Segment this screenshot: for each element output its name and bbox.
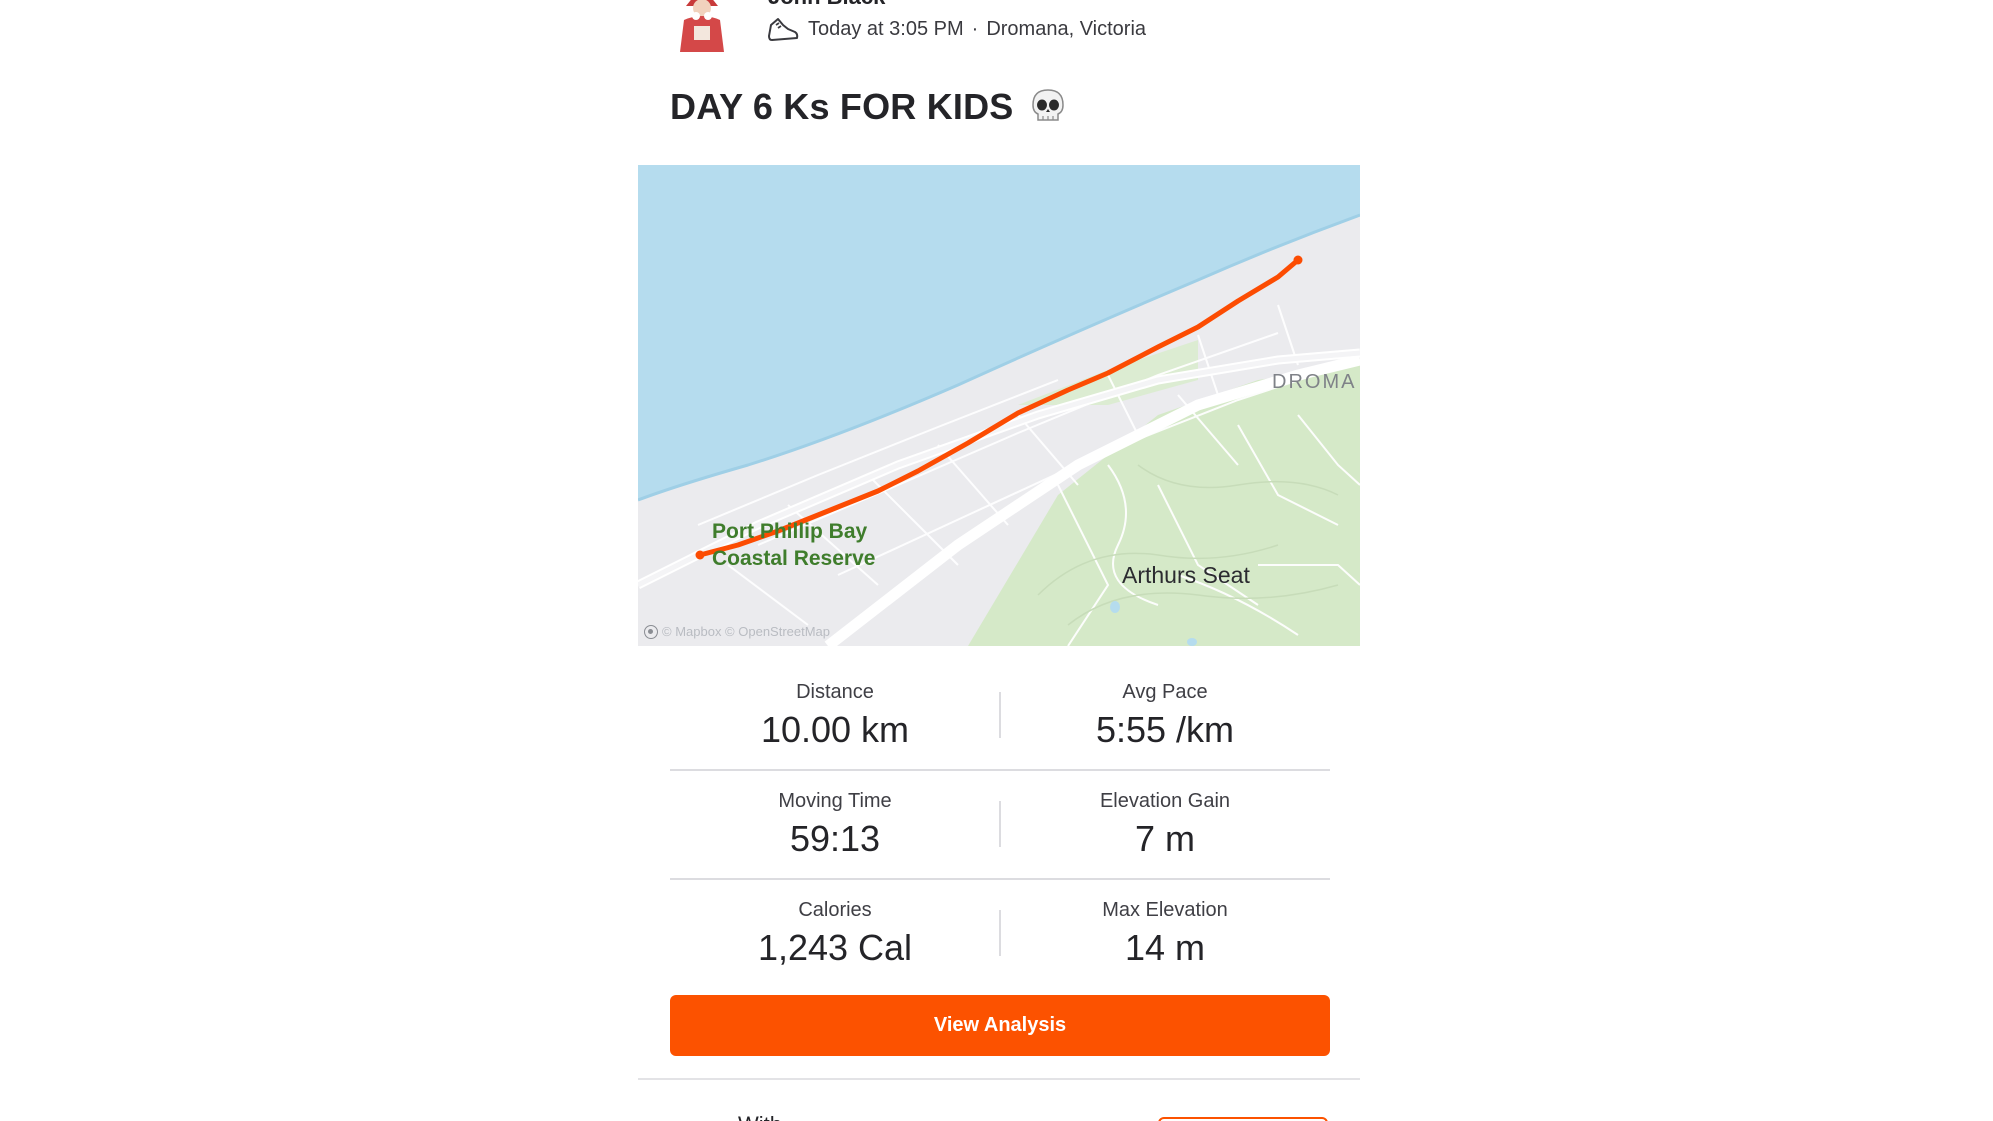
stat-label: Max Elevation <box>1102 899 1228 921</box>
stat-label: Moving Time <box>778 790 892 812</box>
activity-location: Dromana, Victoria <box>986 17 1147 40</box>
stat-label: Calories <box>798 899 872 921</box>
stat-row: Distance 10.00 km Avg Pace 5:55 /km <box>670 662 1330 771</box>
activity-title[interactable]: DAY 6 Ks FOR KIDS <box>670 86 1014 128</box>
stat-row: Moving Time 59:13 Elevation Gain 7 m <box>670 771 1330 880</box>
stat-calories: Calories 1,243 Cal <box>670 898 1000 970</box>
stat-value: 7 m <box>1134 818 1195 859</box>
skull-icon <box>1031 89 1064 121</box>
meta-separator: · <box>971 17 979 40</box>
with-athletes-text: With <box>738 1112 782 1121</box>
stat-moving-time: Moving Time 59:13 <box>670 789 1000 861</box>
stat-value: 14 m <box>1124 927 1206 968</box>
footer-action-button[interactable] <box>1158 1117 1328 1121</box>
stat-label: Distance <box>796 681 874 703</box>
athlete-avatar[interactable] <box>672 0 732 52</box>
stat-avg-pace: Avg Pace 5:55 /km <box>1000 680 1330 752</box>
stat-value: 10.00 km <box>760 709 910 750</box>
route-map[interactable]: Port Phillip Bay Coastal Reserve DROMA A… <box>638 165 1360 646</box>
stat-value: 1,243 Cal <box>757 927 913 968</box>
stat-max-elevation: Max Elevation 14 m <box>1000 898 1330 970</box>
activity-meta: Today at 3:05 PM · Dromana, Victoria <box>766 14 1146 44</box>
running-shoe-icon <box>768 18 799 41</box>
stat-row: Calories 1,243 Cal Max Elevation 14 m <box>670 880 1330 989</box>
stat-value: 5:55 /km <box>1095 709 1235 750</box>
stat-label: Avg Pace <box>1122 681 1208 703</box>
route-start-marker <box>695 550 705 560</box>
activity-stats: Distance 10.00 km Avg Pace 5:55 /km Movi… <box>670 662 1330 989</box>
route-end-marker <box>1293 255 1303 265</box>
stat-elevation-gain: Elevation Gain 7 m <box>1000 789 1330 861</box>
section-divider <box>638 1078 1360 1080</box>
athlete-name[interactable]: John Black <box>768 0 885 10</box>
stat-distance: Distance 10.00 km <box>670 680 1000 752</box>
stat-value: 59:13 <box>789 818 881 859</box>
activity-card: John Black Today at 3:05 PM · Dromana, V… <box>638 0 1360 1121</box>
view-analysis-button[interactable]: View Analysis <box>670 995 1330 1056</box>
stat-label: Elevation Gain <box>1099 790 1231 812</box>
map-canvas <box>638 165 1360 646</box>
activity-title-row: DAY 6 Ks FOR KIDS <box>670 86 1068 128</box>
activity-page: John Black Today at 3:05 PM · Dromana, V… <box>0 0 1993 1121</box>
activity-timestamp: Today at 3:05 PM <box>808 17 964 40</box>
